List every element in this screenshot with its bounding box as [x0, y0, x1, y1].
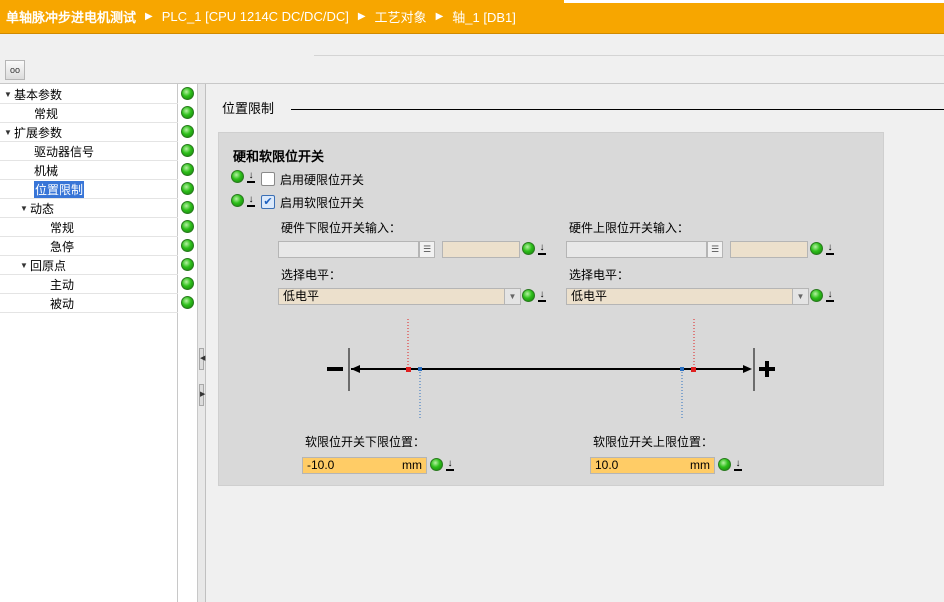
sw-upper-position-label: 软限位开关上限位置：: [593, 435, 714, 449]
tree-item[interactable]: 常规: [0, 104, 178, 123]
titlebar-edge: [564, 0, 944, 3]
expand-arrow-icon[interactable]: ▼: [20, 261, 30, 270]
ok-status-icon: [181, 296, 194, 309]
section-divider: [291, 109, 944, 110]
splitter-collapse-icon[interactable]: ◀: [199, 348, 205, 370]
ok-status-icon: [181, 87, 194, 100]
tree-item-label: 常规: [34, 106, 59, 121]
tree-item[interactable]: 位置限制: [0, 180, 178, 199]
ok-status-icon: [181, 125, 194, 138]
tree-item-label: 动态: [30, 201, 55, 216]
ok-status-icon: [181, 220, 194, 233]
tree-item-label: 主动: [50, 277, 75, 292]
tree-item[interactable]: ▼ 基本参数: [0, 85, 178, 104]
tree-status-column: [178, 84, 198, 602]
ok-status-icon: [181, 144, 194, 157]
breadcrumb-separator-icon: ▶: [357, 11, 366, 22]
tree-item-label: 常规: [50, 220, 75, 235]
expand-arrow-icon[interactable]: ▼: [4, 90, 14, 99]
breadcrumb-plc[interactable]: PLC_1 [CPU 1214C DC/DC/DC]: [162, 9, 349, 24]
tree-item[interactable]: ▼ 扩展参数: [0, 123, 178, 142]
sw-lower-limit-point: [418, 367, 422, 371]
toolbar-strip: [314, 34, 944, 56]
tree-item-label: 回原点: [30, 258, 67, 273]
breadcrumb-separator-icon: ▶: [145, 11, 153, 22]
expand-arrow-icon[interactable]: ▼: [20, 204, 30, 213]
sw-lower-position-label: 软限位开关下限位置：: [305, 435, 426, 449]
ok-status-icon: [718, 458, 731, 471]
sw-upper-position-value: 10.0: [595, 458, 619, 472]
ok-status-icon: [181, 182, 194, 195]
limit-switch-panel: 硬和软限位开关 ↓ 启用硬限位开关 ↓ ✔ 启用软限位开关 硬件下限位开关输入：…: [218, 132, 884, 486]
sw-upper-limit-point: [680, 367, 684, 371]
sw-lower-position-value: -10.0: [307, 458, 335, 472]
ok-status-icon: [181, 239, 194, 252]
tree-item-label: 位置限制: [34, 180, 85, 198]
plus-icon-vertical: [765, 361, 769, 377]
ok-status-icon: [430, 458, 443, 471]
tree-item-label: 扩展参数: [14, 125, 63, 140]
tree-item-label: 急停: [50, 239, 75, 254]
parameter-tree: ▼ 基本参数 常规 ▼ 扩展参数 驱动器信号 机械 位置限制 ▼ 动态 常规 急停 ▼ 回原点 主动 被动: [0, 84, 178, 602]
sw-lower-status: ↓: [430, 458, 455, 471]
ok-status-icon: [181, 163, 194, 176]
tree-splitter[interactable]: ◀ ▶: [198, 84, 206, 602]
sw-upper-status: ↓: [718, 458, 743, 471]
axis-arrow-left-icon: [351, 365, 360, 373]
download-icon: ↓: [733, 458, 743, 471]
splitter-expand-icon[interactable]: ▶: [199, 384, 205, 406]
tree-item[interactable]: 驱动器信号: [0, 142, 178, 161]
breadcrumb-separator-icon: ▶: [435, 11, 444, 22]
section-title: 位置限制: [222, 101, 275, 116]
tree-item-label: 驱动器信号: [34, 144, 95, 159]
tree-item[interactable]: 急停: [0, 237, 178, 256]
sw-lower-position-input[interactable]: -10.0 mm: [302, 457, 427, 474]
ok-status-icon: [181, 106, 194, 119]
breadcrumb-technology-objects[interactable]: 工艺对象: [375, 7, 427, 26]
tree-item[interactable]: 常规: [0, 218, 178, 237]
tree-item[interactable]: 机械: [0, 161, 178, 180]
ok-status-icon: [181, 277, 194, 290]
ok-status-icon: [181, 201, 194, 214]
tree-item[interactable]: 主动: [0, 275, 178, 294]
breadcrumb-bar: 单轴脉冲步进电机测试 ▶ PLC_1 [CPU 1214C DC/DC/DC] …: [0, 0, 944, 34]
minus-icon: [327, 367, 343, 371]
axis-arrow-right-icon: [743, 365, 752, 373]
sw-upper-position-input[interactable]: 10.0 mm: [590, 457, 715, 474]
hw-lower-limit-point: [406, 367, 411, 372]
sw-lower-position-unit: mm: [402, 458, 422, 472]
tree-item-label: 被动: [50, 296, 75, 311]
tree-item[interactable]: 被动: [0, 294, 178, 313]
sw-upper-position-unit: mm: [690, 458, 710, 472]
breadcrumb-project[interactable]: 单轴脉冲步进电机测试: [6, 7, 136, 26]
breadcrumb-axis[interactable]: 轴_1 [DB1]: [452, 7, 516, 26]
view-glasses-icon[interactable]: oo: [5, 60, 25, 80]
expand-arrow-icon[interactable]: ▼: [4, 128, 14, 137]
hw-upper-limit-point: [691, 367, 696, 372]
tree-item[interactable]: ▼ 动态: [0, 199, 178, 218]
tree-item[interactable]: ▼ 回原点: [0, 256, 178, 275]
editor-toolbar: oo: [0, 34, 944, 84]
download-icon: ↓: [445, 458, 455, 471]
tree-item-label: 机械: [34, 163, 59, 178]
ok-status-icon: [181, 258, 194, 271]
tree-item-label: 基本参数: [14, 87, 63, 102]
